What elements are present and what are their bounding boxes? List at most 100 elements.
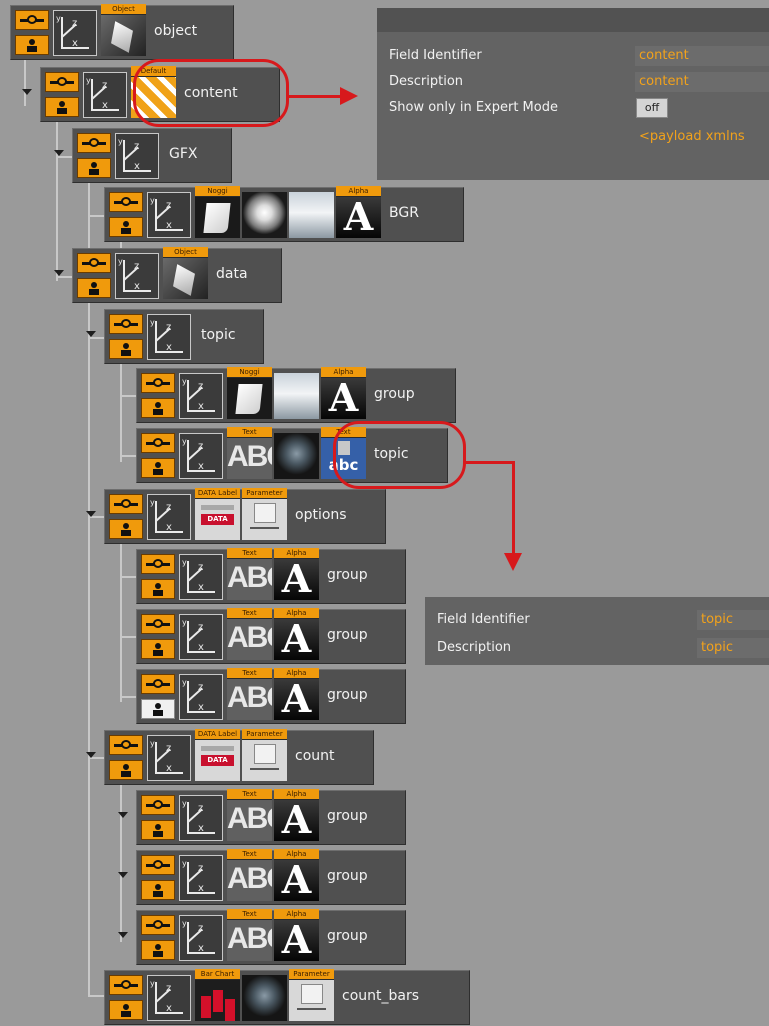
container-name[interactable]: group (327, 868, 368, 884)
field-identifier-input[interactable]: content (635, 46, 769, 66)
text-icon[interactable]: TextABC (227, 789, 272, 841)
alpha-icon[interactable]: Alpha A (274, 849, 319, 901)
lock-toggle-icon[interactable] (141, 458, 175, 478)
container-name[interactable]: group (374, 386, 415, 402)
alpha-icon[interactable]: Alpha A (274, 668, 319, 720)
expand-arrow-icon[interactable] (54, 150, 64, 156)
texture-icon[interactable] (289, 192, 334, 238)
field-identifier-input[interactable]: topic (697, 610, 769, 630)
container-row[interactable]: x y z Noggi Alpha A group (136, 367, 456, 423)
container-name[interactable]: group (327, 808, 368, 824)
container-name[interactable]: count_bars (342, 988, 419, 1004)
container-name[interactable]: options (295, 507, 347, 523)
axis-transform-icon[interactable]: x y z (179, 373, 223, 419)
noggi-icon[interactable]: Noggi (227, 367, 272, 419)
container-name[interactable]: data (216, 266, 248, 282)
visibility-toggle-icon[interactable] (45, 72, 79, 92)
container-row[interactable]: x y z TextABCAlphaA group (136, 608, 406, 664)
text-icon[interactable]: TextABC (227, 608, 272, 660)
container-row[interactable]: x y z TextABCAlphaA group (136, 789, 406, 845)
texture-icon[interactable] (274, 373, 319, 419)
visibility-toggle-icon[interactable] (109, 735, 143, 755)
parameter-icon[interactable]: Parameter (242, 488, 287, 540)
lock-toggle-icon[interactable] (141, 579, 175, 599)
axis-transform-icon[interactable]: x y z (147, 314, 191, 360)
container-row[interactable]: x y z TextABCAlphaA group (136, 909, 406, 965)
axis-transform-icon[interactable]: x y z (147, 494, 191, 540)
material-icon[interactable] (274, 433, 319, 479)
container-row[interactable]: x y z topic (104, 309, 264, 364)
lock-toggle-icon[interactable] (141, 699, 175, 719)
lock-toggle-icon[interactable] (141, 398, 175, 418)
data-label-icon[interactable]: DATA Label (195, 488, 240, 540)
lock-toggle-icon[interactable] (109, 339, 143, 359)
visibility-toggle-icon[interactable] (15, 10, 49, 30)
container-name[interactable]: GFX (169, 146, 198, 162)
alpha-icon[interactable]: Alpha A (274, 909, 319, 961)
description-input[interactable]: topic (697, 638, 769, 658)
object-icon[interactable]: Object (163, 247, 208, 299)
container-row[interactable]: x y z Object data (72, 247, 282, 303)
alpha-icon[interactable]: Alpha A (274, 608, 319, 660)
axis-transform-icon[interactable]: x y z (147, 192, 191, 238)
container-name[interactable]: group (327, 627, 368, 643)
container-name[interactable]: group (327, 687, 368, 703)
text-icon[interactable]: TextABC (227, 427, 272, 479)
visibility-toggle-icon[interactable] (141, 554, 175, 574)
axis-transform-icon[interactable]: x y z (179, 915, 223, 961)
expand-arrow-icon[interactable] (86, 511, 96, 517)
expand-arrow-icon[interactable] (118, 932, 128, 938)
axis-transform-icon[interactable]: x y z (115, 133, 159, 179)
lock-toggle-icon[interactable] (141, 940, 175, 960)
expand-arrow-icon[interactable] (118, 872, 128, 878)
visibility-toggle-icon[interactable] (141, 373, 175, 393)
container-name[interactable]: topic (201, 327, 236, 343)
payload-value[interactable]: <payload xmlns (639, 129, 745, 144)
lock-toggle-icon[interactable] (141, 880, 175, 900)
container-row[interactable]: x y z TextABCAlphaA group (136, 668, 406, 724)
visibility-toggle-icon[interactable] (109, 192, 143, 212)
axis-transform-icon[interactable]: x y z (115, 253, 159, 299)
expand-arrow-icon[interactable] (22, 89, 32, 95)
container-name[interactable]: object (154, 23, 197, 39)
text-icon[interactable]: TextABC (227, 548, 272, 600)
lock-toggle-icon[interactable] (141, 820, 175, 840)
lock-toggle-icon[interactable] (109, 519, 143, 539)
description-input[interactable]: content (635, 72, 769, 92)
lock-toggle-icon[interactable] (141, 639, 175, 659)
visibility-toggle-icon[interactable] (141, 915, 175, 935)
text-icon[interactable]: TextABC (227, 668, 272, 720)
lock-toggle-icon[interactable] (109, 1000, 143, 1020)
expand-arrow-icon[interactable] (86, 331, 96, 337)
container-name[interactable]: count (295, 748, 335, 764)
visibility-toggle-icon[interactable] (109, 314, 143, 334)
material-icon[interactable] (242, 192, 287, 238)
axis-transform-icon[interactable]: x y z (179, 674, 223, 720)
visibility-toggle-icon[interactable] (77, 253, 111, 273)
axis-transform-icon[interactable]: x y z (53, 10, 97, 56)
container-name[interactable]: group (327, 567, 368, 583)
parameter-icon[interactable]: Parameter (242, 729, 287, 781)
expand-arrow-icon[interactable] (118, 812, 128, 818)
expert-mode-toggle-button[interactable]: off (636, 98, 668, 118)
alpha-icon[interactable]: Alpha A (336, 186, 381, 238)
alpha-icon[interactable]: Alpha A (274, 548, 319, 600)
visibility-toggle-icon[interactable] (141, 674, 175, 694)
axis-transform-icon[interactable]: x y z (179, 614, 223, 660)
visibility-toggle-icon[interactable] (109, 975, 143, 995)
axis-transform-icon[interactable]: x y z (147, 975, 191, 1021)
container-row[interactable]: x y z DATA LabelParameter options (104, 488, 386, 544)
noggi-icon[interactable]: Noggi (195, 186, 240, 238)
axis-transform-icon[interactable]: x y z (179, 554, 223, 600)
container-row[interactable]: x y z Object object (10, 4, 234, 60)
lock-toggle-icon[interactable] (15, 35, 49, 55)
visibility-toggle-icon[interactable] (109, 494, 143, 514)
visibility-toggle-icon[interactable] (141, 614, 175, 634)
container-name[interactable]: BGR (389, 205, 419, 221)
expand-arrow-icon[interactable] (54, 270, 64, 276)
container-row[interactable]: x y z TextABCAlphaA group (136, 548, 406, 604)
visibility-toggle-icon[interactable] (77, 133, 111, 153)
lock-toggle-icon[interactable] (77, 158, 111, 178)
container-name[interactable]: group (327, 928, 368, 944)
container-row[interactable]: x y z Noggi Alpha A BGR (104, 186, 464, 242)
